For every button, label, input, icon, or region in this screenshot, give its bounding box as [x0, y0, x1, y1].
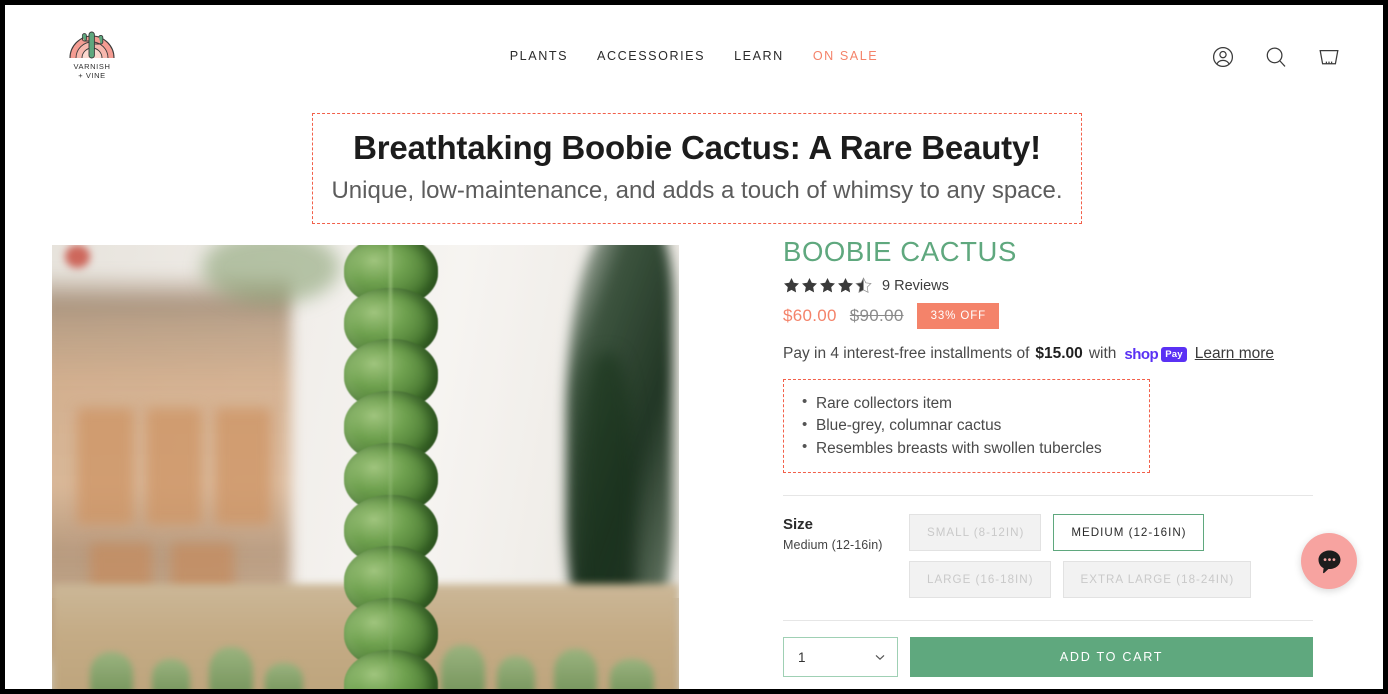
review-count: 9 Reviews [882, 277, 949, 294]
nav-item-learn[interactable]: LEARN [734, 49, 784, 63]
feature-list: Rare collectors item Blue-grey, columnar… [794, 392, 1133, 459]
promo-banner-title: Breathtaking Boobie Cactus: A Rare Beaut… [353, 129, 1041, 166]
section-divider [783, 495, 1313, 497]
installments-prefix: Pay in 4 interest-free installments of [783, 345, 1030, 363]
product-details: BOOBIE CACTUS 9 Reviews $60.00 $90.00 33… [783, 236, 1313, 678]
product-price: $60.00 [783, 306, 837, 326]
header-icon-group [1211, 45, 1341, 69]
size-label-group: Size Medium (12-16in) [783, 514, 909, 552]
site-header: VARNISH + VINE PLANTS ACCESSORIES LEARN … [5, 5, 1383, 105]
size-option-extra-large[interactable]: EXTRA LARGE (18-24IN) [1062, 561, 1252, 599]
installments-message: Pay in 4 interest-free installments of $… [783, 345, 1313, 363]
shop-pay-badge: Pay [1161, 346, 1187, 362]
star-rating [783, 277, 872, 294]
product-image-gallery[interactable] [52, 245, 679, 689]
shop-pay-word: shop [1124, 345, 1159, 363]
product-photo [52, 245, 679, 689]
logo-wordmark: VARNISH + VINE [73, 62, 111, 81]
add-to-cart-button[interactable]: ADD TO CART [910, 637, 1313, 678]
star-full-icon [784, 278, 799, 293]
product-compare-price: $90.00 [849, 306, 904, 326]
quantity-select[interactable]: 1 [783, 637, 898, 678]
installments-amount: $15.00 [1035, 345, 1083, 363]
installments-with: with [1088, 345, 1117, 363]
cart-actions: 1 ADD TO CART [783, 637, 1313, 678]
size-option-medium[interactable]: MEDIUM (12-16IN) [1053, 514, 1204, 552]
size-option-small[interactable]: SMALL (8-12IN) [909, 514, 1042, 552]
cart-icon[interactable] [1317, 45, 1341, 69]
size-option-group: SMALL (8-12IN) MEDIUM (12-16IN) LARGE (1… [909, 514, 1309, 599]
feature-item: Resembles breasts with swollen tubercles [794, 437, 1133, 459]
product-rating[interactable]: 9 Reviews [783, 277, 1313, 294]
section-divider-2 [783, 620, 1313, 622]
star-full-icon [820, 278, 835, 293]
star-full-icon [802, 278, 817, 293]
size-option-large[interactable]: LARGE (16-18IN) [909, 561, 1051, 599]
discount-badge: 33% OFF [916, 303, 1000, 330]
gorgias-chat-launcher[interactable] [1301, 533, 1357, 589]
feature-item: Rare collectors item [794, 392, 1133, 414]
learn-more-link[interactable]: Learn more [1195, 345, 1274, 363]
quantity-value: 1 [798, 649, 806, 665]
foreground-cacti [52, 611, 679, 689]
nav-item-accessories[interactable]: ACCESSORIES [597, 49, 705, 63]
nav-item-on-sale[interactable]: ON SALE [813, 49, 878, 63]
price-row: $60.00 $90.00 33% OFF [783, 303, 1313, 330]
promo-banner-subtitle: Unique, low-maintenance, and adds a touc… [331, 177, 1063, 205]
feature-item: Blue-grey, columnar cactus [794, 415, 1133, 437]
size-selector: Size Medium (12-16in) SMALL (8-12IN) MED… [783, 514, 1313, 599]
main-navigation: PLANTS ACCESSORIES LEARN ON SALE [5, 49, 1383, 63]
promo-banner: Breathtaking Boobie Cactus: A Rare Beaut… [312, 113, 1082, 225]
chat-bubble-icon [1318, 550, 1340, 573]
feature-highlights-box: Rare collectors item Blue-grey, columnar… [783, 379, 1150, 474]
account-icon[interactable] [1211, 45, 1235, 69]
search-icon[interactable] [1264, 45, 1288, 69]
shop-pay-logo: shop Pay [1124, 345, 1187, 363]
star-full-icon [838, 278, 853, 293]
product-page: VARNISH + VINE PLANTS ACCESSORIES LEARN … [5, 5, 1383, 689]
size-heading: Size [783, 516, 814, 534]
star-half-icon [855, 277, 872, 294]
product-title: BOOBIE CACTUS [783, 236, 1017, 267]
chevron-down-icon [875, 655, 885, 661]
browser-viewport: VARNISH + VINE PLANTS ACCESSORIES LEARN … [5, 5, 1383, 689]
size-selected-value: Medium (12-16in) [783, 538, 883, 553]
nav-item-plants[interactable]: PLANTS [510, 49, 568, 63]
